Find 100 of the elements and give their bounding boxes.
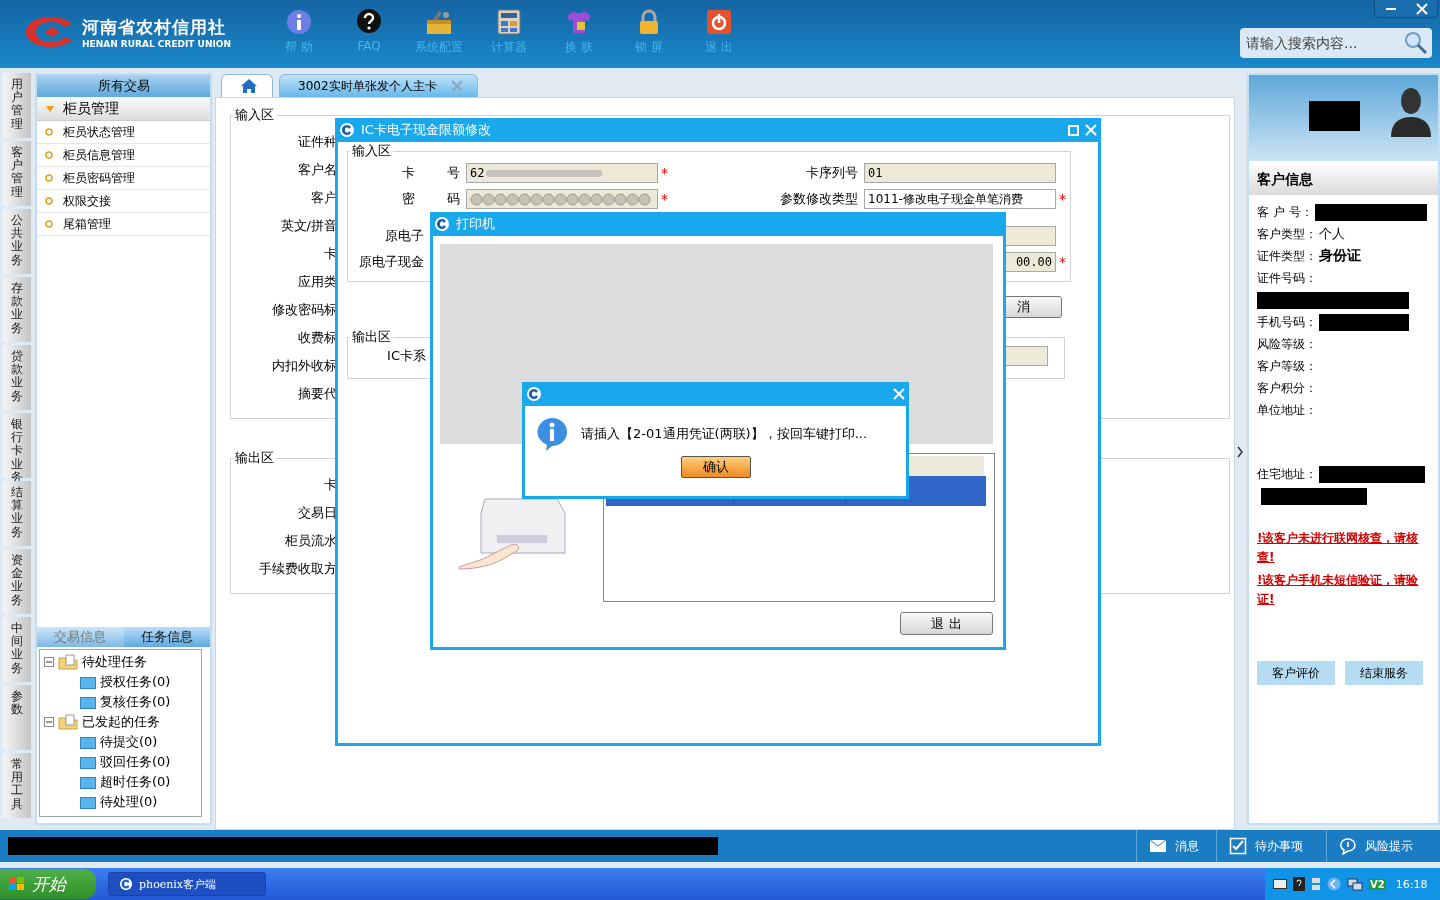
folder-icon bbox=[80, 675, 96, 689]
dialog-title: 打印机 bbox=[456, 215, 495, 233]
home-tab[interactable] bbox=[221, 74, 273, 97]
password-field[interactable] bbox=[466, 189, 658, 209]
status-button[interactable]: 待办事项 bbox=[1216, 830, 1326, 862]
tree-node[interactable]: 驳回任务(0) bbox=[44, 752, 201, 772]
required-mark: * bbox=[660, 165, 669, 181]
expand-icon[interactable] bbox=[1237, 445, 1243, 458]
app-icon bbox=[434, 216, 450, 232]
menu-item[interactable]: 柜员密码管理 bbox=[37, 167, 210, 190]
section-legend: 输出区 bbox=[350, 328, 393, 346]
action-button[interactable]: 结束服务 bbox=[1345, 661, 1423, 685]
exit-button[interactable]: 退 出 bbox=[900, 612, 993, 635]
info-icon bbox=[285, 8, 313, 36]
bullet-icon bbox=[45, 220, 53, 228]
taskbar-button[interactable]: phoenix客户端 bbox=[108, 872, 266, 896]
checkbox-icon bbox=[1229, 837, 1247, 855]
app-icon bbox=[119, 877, 133, 891]
search-input[interactable]: 请输入搜索内容... bbox=[1244, 34, 1404, 52]
collapse-icon[interactable] bbox=[44, 657, 54, 667]
folder-icon bbox=[58, 714, 78, 730]
user-silhouette-icon bbox=[1390, 85, 1432, 137]
nav-tab[interactable]: 常用工具 bbox=[3, 753, 31, 818]
text-field[interactable]: 01 bbox=[864, 163, 1056, 183]
required-mark: * bbox=[1058, 191, 1067, 207]
tree-node[interactable]: 超时任务(0) bbox=[44, 772, 201, 792]
logo-subtitle: HENAN RURAL CREDIT UNION bbox=[82, 38, 231, 50]
start-button[interactable]: 开始 bbox=[0, 869, 96, 899]
close-button[interactable] bbox=[893, 388, 905, 400]
nav-tab[interactable]: 贷款业务 bbox=[3, 345, 31, 410]
tree-node[interactable]: 待处理(0) bbox=[44, 792, 201, 812]
tray-badge[interactable]: V2 bbox=[1369, 878, 1386, 890]
nav-tab[interactable]: 客户管理 bbox=[3, 141, 31, 206]
folder-icon bbox=[80, 795, 96, 809]
nav-tab[interactable]: 公共业务 bbox=[3, 209, 31, 274]
panel-tab[interactable]: 任务信息 bbox=[123, 627, 210, 647]
tree-node[interactable]: 已发起的任务 bbox=[44, 712, 201, 732]
tree-node[interactable]: 待提交(0) bbox=[44, 732, 201, 752]
menu-item[interactable]: 柜员信息管理 bbox=[37, 144, 210, 167]
close-button[interactable] bbox=[1085, 124, 1097, 136]
type-select[interactable]: 1011-修改电子现金单笔消费 bbox=[864, 189, 1056, 209]
field-label: 参数修改类型 bbox=[779, 190, 859, 208]
info-label: 客户类型： bbox=[1257, 225, 1317, 243]
tree-node[interactable]: 复核任务(0) bbox=[44, 692, 201, 712]
field-label: 卡 bbox=[323, 476, 337, 494]
field-label: 卡序列号 bbox=[805, 164, 859, 182]
info-label: 客户等级： bbox=[1257, 357, 1317, 375]
field-label: 密 码 bbox=[400, 190, 461, 208]
redaction-bar bbox=[1309, 101, 1360, 131]
calculator-icon bbox=[495, 8, 523, 36]
nav-tab[interactable]: 结算业务 bbox=[3, 481, 31, 546]
app-icon bbox=[526, 386, 542, 402]
field-label: 交易日 bbox=[297, 504, 337, 522]
info-label: 证件号码： bbox=[1257, 269, 1317, 287]
panel-title: 客户信息 bbox=[1249, 165, 1438, 195]
question-icon bbox=[355, 8, 383, 36]
field-label: 原电子现金 bbox=[358, 253, 425, 271]
windows-flag-icon bbox=[8, 876, 26, 892]
collapse-icon[interactable] bbox=[44, 717, 54, 727]
document-tab[interactable]: 3002实时单张发个人主卡 bbox=[279, 74, 478, 97]
nav-tab[interactable]: 资金业务 bbox=[3, 549, 31, 614]
tree-node[interactable]: 授权任务(0) bbox=[44, 672, 201, 692]
nav-tab[interactable]: 用户管理 bbox=[3, 73, 31, 138]
dialog-title: IC卡电子现金限额修改 bbox=[361, 121, 491, 139]
maximize-icon bbox=[1068, 124, 1079, 136]
bullet-icon bbox=[45, 197, 53, 205]
warning-link[interactable]: !该客户未进行联网核查，请核查! bbox=[1257, 529, 1430, 567]
card-number-field[interactable]: 62 bbox=[466, 163, 658, 183]
status-button[interactable]: 风险提示 bbox=[1326, 830, 1440, 862]
small-window-icon[interactable] bbox=[1311, 877, 1321, 891]
help-icon[interactable] bbox=[1293, 877, 1305, 891]
nav-tab[interactable]: 中间业务 bbox=[3, 617, 31, 682]
menu-item[interactable]: 尾箱管理 bbox=[37, 213, 210, 236]
warning-link[interactable]: !该客户手机未短信验证，请验证! bbox=[1257, 571, 1430, 609]
keyboard-icon[interactable] bbox=[1273, 879, 1287, 889]
info-value: 个人 bbox=[1319, 225, 1345, 243]
maximize-button[interactable] bbox=[1068, 124, 1079, 136]
chevron-icon[interactable] bbox=[1327, 877, 1341, 891]
action-button[interactable]: 客户评价 bbox=[1257, 661, 1335, 685]
nav-tab[interactable]: 存款业务 bbox=[3, 277, 31, 342]
menu-item[interactable]: 柜员状态管理 bbox=[37, 121, 210, 144]
search-icon[interactable] bbox=[1404, 31, 1428, 55]
folder-icon bbox=[58, 654, 78, 670]
tshirt-icon bbox=[565, 8, 593, 36]
power-icon bbox=[705, 8, 733, 36]
tree-node[interactable]: 待处理任务 bbox=[44, 652, 201, 672]
nav-tab[interactable]: 参数 bbox=[3, 685, 31, 750]
confirm-button[interactable]: 确认 bbox=[680, 456, 751, 478]
speech-bubble-icon bbox=[1339, 837, 1357, 855]
info-value: 身份证 bbox=[1319, 247, 1361, 265]
logo-title: 河南省农村信用社 bbox=[82, 15, 227, 39]
sidebar-title: 所有交易 bbox=[37, 75, 210, 97]
info-label: 证件类型： bbox=[1257, 247, 1317, 265]
search-field[interactable]: 请输入搜索内容... bbox=[1240, 28, 1432, 58]
network-icon[interactable] bbox=[1347, 877, 1363, 891]
status-button[interactable]: 消息 bbox=[1136, 830, 1216, 862]
folder-icon bbox=[80, 735, 96, 749]
group-header[interactable]: 柜员管理 bbox=[37, 97, 210, 121]
menu-item[interactable]: 权限交接 bbox=[37, 190, 210, 213]
required-mark: * bbox=[1058, 254, 1067, 270]
